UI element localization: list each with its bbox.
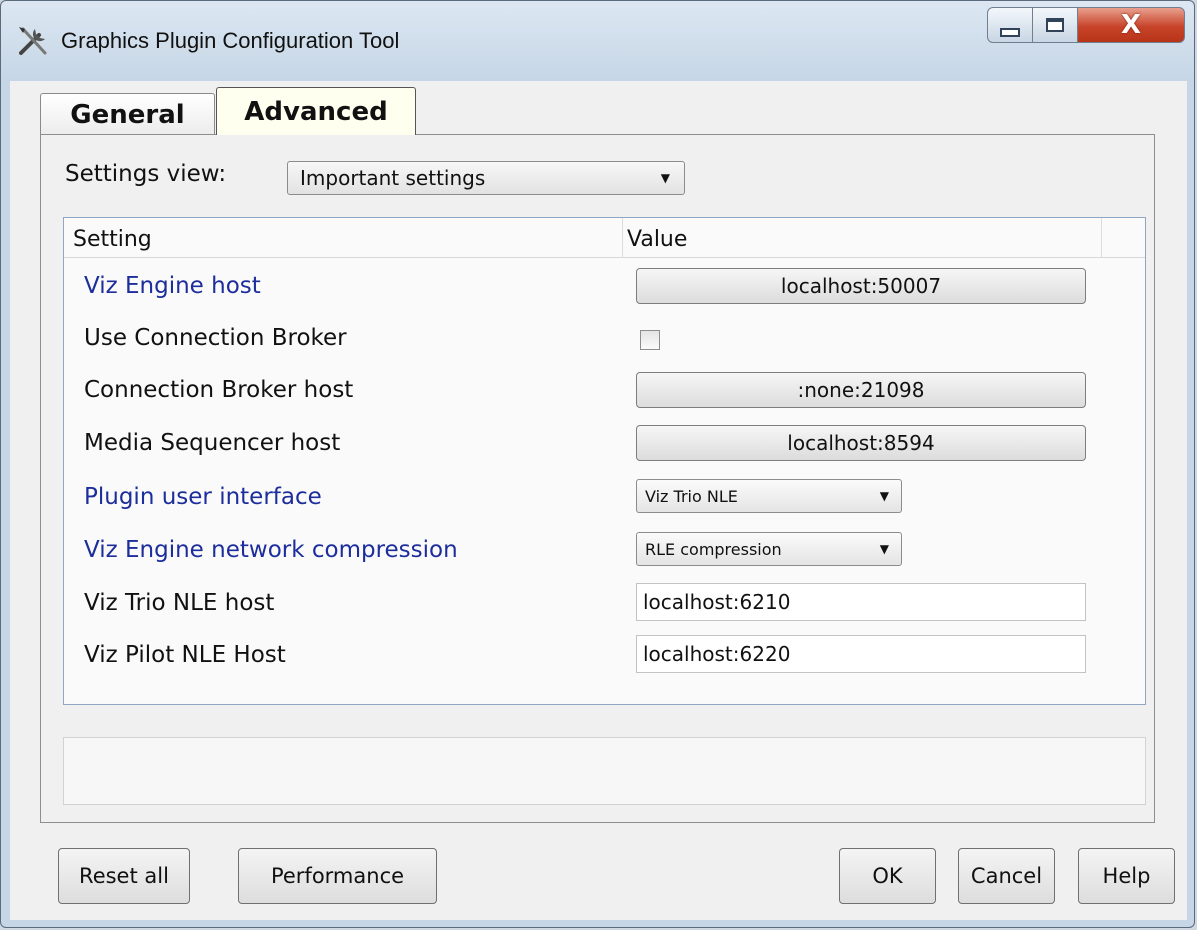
setting-label: Plugin user interface [84, 484, 322, 510]
setting-label: Viz Pilot NLE Host [84, 642, 286, 668]
maximize-icon [1046, 18, 1064, 32]
minimize-icon [1000, 27, 1020, 37]
title-bar[interactable]: Graphics Plugin Configuration Tool X [1, 1, 1194, 81]
column-divider[interactable] [1101, 218, 1102, 258]
help-button[interactable]: Help [1078, 848, 1175, 904]
settings-view-dropdown[interactable]: Important settings ▼ [287, 161, 685, 195]
reset-all-button[interactable]: Reset all [58, 848, 190, 904]
setting-row-viz-engine-host: Viz Engine host localhost:50007 [64, 263, 1145, 315]
dropdown-value: Viz Trio NLE [645, 486, 738, 506]
dropdown-arrow-icon: ▼ [660, 171, 670, 185]
setting-row-media-sequencer-host: Media Sequencer host localhost:8594 [64, 420, 1145, 472]
dropdown-arrow-icon: ▼ [879, 542, 889, 556]
setting-row-network-compression: Viz Engine network compression RLE compr… [64, 527, 1145, 579]
dialog-client-area: General Advanced Settings view: Importan… [10, 81, 1187, 920]
setting-label: Media Sequencer host [84, 430, 341, 456]
viz-engine-host-button[interactable]: localhost:50007 [636, 268, 1086, 304]
setting-label: Viz Trio NLE host [84, 590, 275, 616]
setting-label: Viz Engine network compression [84, 537, 458, 563]
setting-row-plugin-user-interface: Plugin user interface Viz Trio NLE ▼ [64, 474, 1145, 526]
tab-general[interactable]: General [40, 93, 215, 135]
settings-view-label: Settings view: [65, 161, 227, 187]
settings-view-value: Important settings [300, 166, 486, 190]
plugin-user-interface-dropdown[interactable]: Viz Trio NLE ▼ [636, 479, 902, 513]
tools-icon [19, 27, 47, 55]
viz-pilot-nle-host-input[interactable]: localhost:6220 [636, 635, 1086, 673]
grid-header: Setting Value [64, 218, 1145, 258]
setting-row-viz-trio-nle-host: Viz Trio NLE host localhost:6210 [64, 580, 1145, 632]
minimize-button[interactable] [987, 7, 1033, 43]
column-divider[interactable] [622, 218, 623, 258]
setting-row-use-connection-broker: Use Connection Broker [64, 315, 1145, 367]
setting-label: Connection Broker host [84, 377, 354, 403]
tab-advanced[interactable]: Advanced [216, 87, 416, 135]
viz-trio-nle-host-input[interactable]: localhost:6210 [636, 583, 1086, 621]
ok-button[interactable]: OK [839, 848, 936, 904]
network-compression-dropdown[interactable]: RLE compression ▼ [636, 532, 902, 566]
settings-grid: Setting Value Viz Engine host localhost:… [63, 217, 1146, 705]
cancel-button[interactable]: Cancel [958, 848, 1055, 904]
close-button[interactable]: X [1077, 7, 1185, 43]
close-icon: X [1120, 10, 1142, 40]
setting-row-viz-pilot-nle-host: Viz Pilot NLE Host localhost:6220 [64, 632, 1145, 684]
dropdown-arrow-icon: ▼ [879, 489, 889, 503]
column-header-setting[interactable]: Setting [73, 227, 152, 252]
description-box [63, 737, 1146, 805]
dropdown-value: RLE compression [645, 539, 782, 559]
media-sequencer-host-button[interactable]: localhost:8594 [636, 425, 1086, 461]
window-title: Graphics Plugin Configuration Tool [61, 28, 400, 53]
performance-button[interactable]: Performance [238, 848, 437, 904]
advanced-tab-pane: Settings view: Important settings ▼ Sett… [40, 134, 1155, 823]
use-connection-broker-checkbox[interactable] [640, 330, 660, 350]
column-header-value[interactable]: Value [627, 227, 687, 252]
config-window: Graphics Plugin Configuration Tool X Gen… [0, 0, 1195, 928]
maximize-button[interactable] [1032, 7, 1078, 43]
setting-label: Viz Engine host [84, 273, 261, 299]
connection-broker-host-button[interactable]: :none:21098 [636, 372, 1086, 408]
setting-row-connection-broker-host: Connection Broker host :none:21098 [64, 367, 1145, 419]
setting-label: Use Connection Broker [84, 325, 347, 351]
